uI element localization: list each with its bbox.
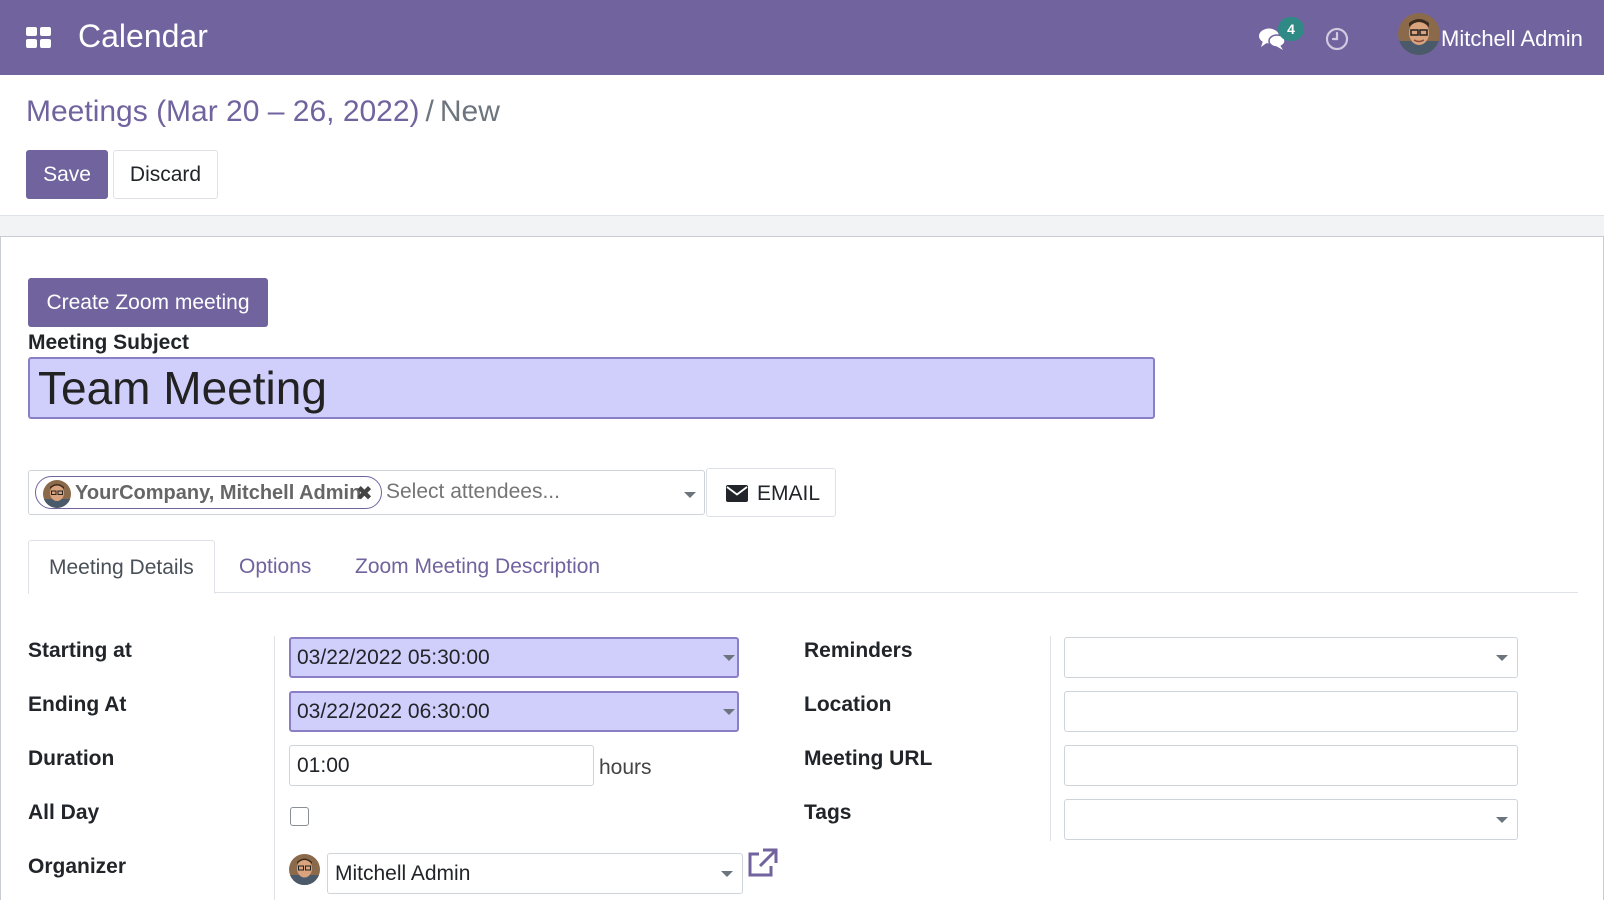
attendee-tag: YourCompany, Mitchell Admin ✖ bbox=[35, 476, 382, 509]
tab-meeting-details[interactable]: Meeting Details bbox=[28, 540, 215, 594]
attendee-avatar bbox=[43, 480, 71, 508]
breadcrumb-parent-link[interactable]: Meetings (Mar 20 – 26, 2022) bbox=[26, 95, 420, 128]
user-avatar[interactable] bbox=[1398, 13, 1440, 55]
form-background-band bbox=[0, 215, 1604, 237]
form-sheet: Create Zoom meeting Meeting Subject Team… bbox=[0, 236, 1604, 900]
breadcrumb: Meetings (Mar 20 – 26, 2022) / New bbox=[26, 95, 500, 129]
starting-at-value: 03/22/2022 05:30:00 bbox=[297, 646, 490, 669]
tags-input[interactable] bbox=[1064, 799, 1518, 840]
breadcrumb-separator: / bbox=[425, 95, 434, 128]
tab-zoom-meeting-description[interactable]: Zoom Meeting Description bbox=[355, 540, 600, 593]
ending-at-label: Ending At bbox=[28, 693, 127, 716]
form-tabs: Meeting Details Options Zoom Meeting Des… bbox=[28, 540, 1578, 594]
organizer-label: Organizer bbox=[28, 855, 127, 878]
duration-label: Duration bbox=[28, 747, 115, 770]
apps-grid-icon[interactable] bbox=[26, 27, 52, 49]
duration-input[interactable]: 01:00 bbox=[289, 745, 594, 786]
left-group-separator bbox=[274, 636, 275, 900]
tab-options[interactable]: Options bbox=[239, 540, 311, 593]
chevron-down-icon[interactable] bbox=[721, 871, 733, 877]
user-name[interactable]: Mitchell Admin bbox=[1441, 26, 1583, 52]
organizer-value: Mitchell Admin bbox=[335, 862, 471, 885]
app-title[interactable]: Calendar bbox=[78, 18, 208, 55]
duration-unit: hours bbox=[599, 756, 652, 779]
attendees-search-input[interactable] bbox=[386, 480, 676, 504]
breadcrumb-current: New bbox=[439, 95, 500, 128]
reminders-label: Reminders bbox=[804, 639, 913, 662]
messages-badge: 4 bbox=[1278, 17, 1304, 41]
organizer-avatar bbox=[289, 854, 320, 885]
top-navbar: Calendar 4 Mitchell Admin bbox=[0, 0, 1604, 75]
meeting-subject-label: Meeting Subject bbox=[28, 331, 190, 354]
clock-icon[interactable] bbox=[1325, 27, 1349, 51]
starting-at-input[interactable]: 03/22/2022 05:30:00 bbox=[289, 637, 739, 678]
chevron-down-icon[interactable] bbox=[1496, 817, 1508, 823]
attendee-name: YourCompany, Mitchell Admin bbox=[75, 482, 362, 504]
meeting-subject-input[interactable]: Team Meeting bbox=[28, 357, 1155, 419]
all-day-checkbox[interactable] bbox=[290, 807, 309, 826]
organizer-input[interactable]: Mitchell Admin bbox=[327, 853, 743, 894]
email-button-label: EMAIL bbox=[757, 482, 821, 505]
chevron-down-icon[interactable] bbox=[1496, 655, 1508, 661]
remove-attendee-icon[interactable]: ✖ bbox=[356, 481, 373, 506]
external-link-icon[interactable] bbox=[745, 847, 779, 879]
chevron-down-icon[interactable] bbox=[723, 655, 735, 661]
starting-at-label: Starting at bbox=[28, 639, 132, 662]
right-group-separator bbox=[1050, 636, 1051, 841]
reminders-input[interactable] bbox=[1064, 637, 1518, 678]
create-zoom-meeting-button[interactable]: Create Zoom meeting bbox=[28, 278, 268, 327]
location-label: Location bbox=[804, 693, 892, 716]
chevron-down-icon[interactable] bbox=[684, 492, 696, 498]
tags-label: Tags bbox=[804, 801, 852, 824]
ending-at-value: 03/22/2022 06:30:00 bbox=[297, 700, 490, 723]
ending-at-input[interactable]: 03/22/2022 06:30:00 bbox=[289, 691, 739, 732]
attendees-field[interactable]: YourCompany, Mitchell Admin ✖ bbox=[28, 470, 705, 515]
envelope-icon bbox=[726, 485, 748, 502]
chevron-down-icon[interactable] bbox=[723, 709, 735, 715]
discard-button[interactable]: Discard bbox=[113, 150, 218, 199]
meeting-url-input[interactable] bbox=[1064, 745, 1518, 786]
meeting-url-label: Meeting URL bbox=[804, 747, 933, 770]
save-button[interactable]: Save bbox=[26, 150, 108, 199]
email-button[interactable]: EMAIL bbox=[706, 468, 836, 517]
location-input[interactable] bbox=[1064, 691, 1518, 732]
all-day-label: All Day bbox=[28, 801, 100, 824]
